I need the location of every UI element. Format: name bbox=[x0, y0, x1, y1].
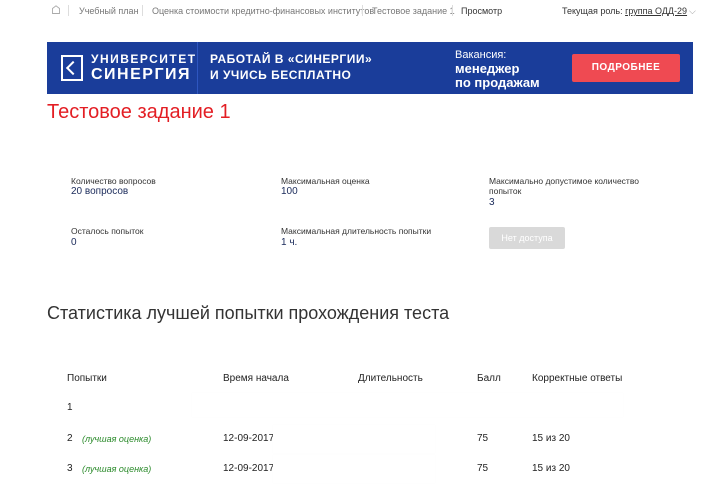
questions-count-label: Количество вопросов bbox=[71, 176, 156, 186]
banner-slogan-line1: РАБОТАЙ В «СИНЕРГИИ» bbox=[210, 52, 373, 66]
logo-text-synergy: СИНЕРГИЯ bbox=[91, 66, 192, 83]
banner-divider bbox=[197, 42, 198, 94]
stats-section-title: Статистика лучшей попытки прохождения те… bbox=[47, 303, 450, 323]
questions-count-value: 20 вопросов bbox=[71, 186, 129, 197]
banner-slogan-line2: И УЧИСЬ БЕСПЛАТНО bbox=[210, 68, 352, 82]
attempt-number: 2 bbox=[67, 433, 73, 444]
attempt-number: 3 bbox=[67, 463, 73, 474]
best-score-note: (лучшая оценка) bbox=[82, 434, 152, 444]
page-title: Тестовое задание 1 bbox=[47, 101, 231, 123]
best-score-note: (лучшая оценка) bbox=[82, 464, 152, 474]
role-selector[interactable]: группа ОДД-29 bbox=[625, 6, 687, 16]
breadcrumb-test[interactable]: Тестовое задание 1 bbox=[372, 6, 455, 16]
current-role: Текущая роль: группа ОДД-29 ⌵ bbox=[562, 6, 696, 17]
correct-answers: 15 из 20 bbox=[532, 463, 570, 474]
column-header-attempts: Попытки bbox=[67, 373, 107, 384]
correct-answers: 15 из 20 bbox=[532, 433, 570, 444]
column-header-correct-answers: Корректные ответы bbox=[532, 373, 623, 384]
breadcrumb-separator bbox=[452, 5, 453, 16]
chevron-down-icon[interactable]: ⌵ bbox=[689, 6, 696, 16]
vacancy-label: Вакансия: bbox=[455, 49, 507, 61]
breadcrumb-study-plan[interactable]: Учебный план bbox=[79, 6, 139, 16]
role-label: Текущая роль: bbox=[562, 6, 623, 16]
redacted-area bbox=[273, 455, 435, 483]
column-header-duration: Длительность bbox=[358, 373, 423, 384]
max-attempts-value: 3 bbox=[489, 197, 495, 208]
max-duration-value: 1 ч. bbox=[281, 237, 298, 248]
banner-more-button[interactable]: ПОДРОБНЕЕ bbox=[572, 54, 680, 82]
no-access-button[interactable]: Нет доступа bbox=[489, 227, 565, 249]
breadcrumb-separator bbox=[362, 5, 363, 16]
redacted-area bbox=[192, 393, 623, 417]
start-time: 12-09-2017 bbox=[223, 433, 275, 444]
home-icon[interactable] bbox=[52, 5, 60, 14]
breadcrumb-separator bbox=[142, 5, 143, 16]
score: 75 bbox=[477, 463, 489, 474]
vacancy-title-line1: менеджер bbox=[455, 61, 520, 76]
column-header-start-time: Время начала bbox=[223, 373, 289, 384]
logo-text-university: УНИВЕРСИТЕТ bbox=[91, 52, 197, 66]
vacancy-title-line2: по продажам bbox=[455, 75, 540, 90]
max-score-label: Максимальная оценка bbox=[281, 176, 370, 186]
max-attempts-label: Максимально допустимое количество попыто… bbox=[489, 176, 639, 196]
attempt-number: 1 bbox=[67, 402, 73, 413]
attempts-left-label: Осталось попыток bbox=[71, 226, 144, 236]
breadcrumb-course[interactable]: Оценка стоимости кредитно-финансовых инс… bbox=[152, 6, 374, 16]
score: 75 bbox=[477, 433, 489, 444]
ad-banner[interactable]: УНИВЕРСИТЕТ СИНЕРГИЯ РАБОТАЙ В «СИНЕРГИИ… bbox=[47, 42, 693, 94]
max-score-value: 100 bbox=[281, 186, 298, 197]
attempts-left-value: 0 bbox=[71, 237, 77, 248]
top-navigation: Учебный план Оценка стоимости кредитно-ф… bbox=[0, 0, 721, 24]
column-header-score: Балл bbox=[477, 373, 501, 384]
redacted-area bbox=[273, 425, 435, 453]
breadcrumb-current: Просмотр bbox=[461, 6, 503, 16]
synergy-logo-icon bbox=[61, 55, 83, 81]
start-time: 12-09-2017 bbox=[223, 463, 275, 474]
max-duration-label: Максимальная длительность попытки bbox=[281, 226, 432, 236]
breadcrumb-separator bbox=[68, 5, 69, 16]
